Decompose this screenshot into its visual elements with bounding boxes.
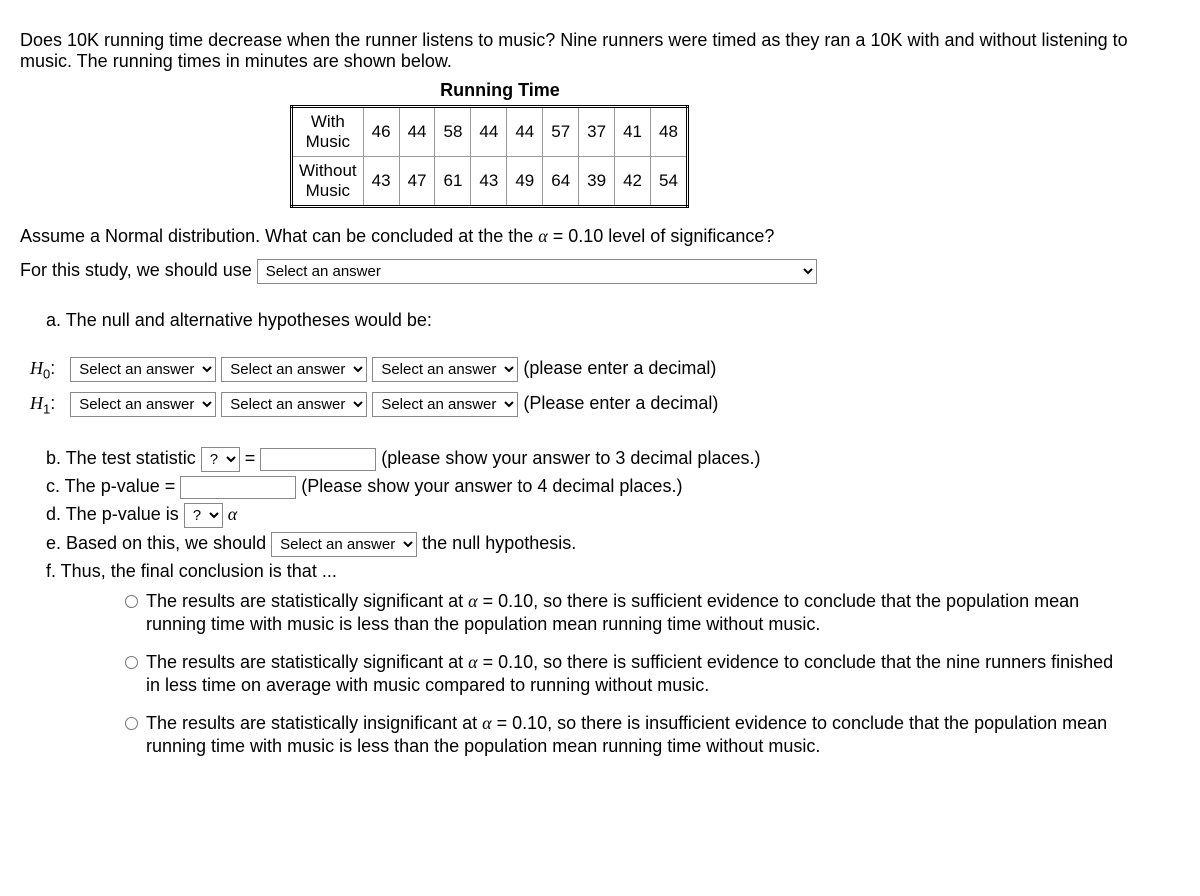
h0-row: H0: Select an answer Select an answer Se… xyxy=(20,357,1180,382)
part-e-pre: e. Based on this, we should xyxy=(46,533,271,553)
intro-text: Does 10K running time decrease when the … xyxy=(20,30,1180,72)
part-e-post: the null hypothesis. xyxy=(422,533,576,553)
assume-pre: Assume a Normal distribution. What can b… xyxy=(20,226,538,246)
part-c-tail: (Please show your answer to 4 decimal pl… xyxy=(301,476,682,496)
part-f-label: f. Thus, the final conclusion is that ..… xyxy=(46,561,1180,582)
data-cell: 42 xyxy=(615,157,651,207)
part-b-pre: b. The test statistic xyxy=(46,448,201,468)
h1-row: H1: Select an answer Select an answer Se… xyxy=(20,392,1180,417)
h0-tail: (please enter a decimal) xyxy=(523,358,716,378)
data-cell: 44 xyxy=(471,107,507,157)
h0-letter: H xyxy=(30,358,43,378)
conclusion-radio[interactable] xyxy=(125,717,138,730)
part-e-row: e. Based on this, we should Select an an… xyxy=(46,532,1180,557)
data-cell: 46 xyxy=(363,107,399,157)
part-b-row: b. The test statistic ? = (please show y… xyxy=(46,447,1180,472)
data-cell: 54 xyxy=(651,157,688,207)
h1-select-3[interactable]: Select an answer xyxy=(372,392,518,417)
data-cell: 58 xyxy=(435,107,471,157)
data-cell: 64 xyxy=(543,157,579,207)
h0-select-2[interactable]: Select an answer xyxy=(221,357,367,382)
conclusion-radio[interactable] xyxy=(125,595,138,608)
data-cell: 49 xyxy=(507,157,543,207)
conclusion-option: The results are statistically significan… xyxy=(120,651,1120,698)
part-a-label: a. The null and alternative hypotheses w… xyxy=(46,310,1180,331)
study-line: For this study, we should use Select an … xyxy=(20,259,1180,284)
decision-select[interactable]: Select an answer xyxy=(271,532,417,557)
data-cell: 44 xyxy=(399,107,435,157)
conclusion-text: The results are statistically insignific… xyxy=(146,712,1120,759)
h0-select-1[interactable]: Select an answer xyxy=(70,357,216,382)
study-type-select[interactable]: Select an answer xyxy=(257,259,817,284)
data-cell: 43 xyxy=(471,157,507,207)
conclusion-option: The results are statistically insignific… xyxy=(120,712,1120,759)
h1-select-1[interactable]: Select an answer xyxy=(70,392,216,417)
h1-tail: (Please enter a decimal) xyxy=(523,393,718,413)
conclusion-text: The results are statistically significan… xyxy=(146,590,1120,637)
p-value-compare-select[interactable]: ? xyxy=(184,503,223,528)
alpha-symbol: α xyxy=(538,226,547,246)
data-cell: 43 xyxy=(363,157,399,207)
table-title: Running Time xyxy=(270,80,730,101)
part-d-row: d. The p-value is ? α xyxy=(46,503,1180,528)
h1-colon: : xyxy=(50,393,55,413)
part-b-tail: (please show your answer to 3 decimal pl… xyxy=(381,448,760,468)
h1-select-2[interactable]: Select an answer xyxy=(221,392,367,417)
assume-post: = 0.10 level of significance? xyxy=(548,226,775,246)
data-cell: 61 xyxy=(435,157,471,207)
data-cell: 47 xyxy=(399,157,435,207)
h0-colon: : xyxy=(50,358,55,378)
row-header: WithoutMusic xyxy=(292,157,364,207)
part-c-pre: c. The p-value = xyxy=(46,476,180,496)
data-cell: 41 xyxy=(615,107,651,157)
data-cell: 57 xyxy=(543,107,579,157)
equals-sign: = xyxy=(245,448,261,468)
data-cell: 37 xyxy=(579,107,615,157)
assume-line: Assume a Normal distribution. What can b… xyxy=(20,226,1180,247)
data-cell: 48 xyxy=(651,107,688,157)
p-value-input[interactable] xyxy=(180,476,296,499)
conclusion-text: The results are statistically significan… xyxy=(146,651,1120,698)
table-row: WithMusic464458444457374148 xyxy=(292,107,688,157)
data-cell: 39 xyxy=(579,157,615,207)
test-statistic-input[interactable] xyxy=(260,448,376,471)
h1-letter: H xyxy=(30,393,43,413)
running-time-table: WithMusic464458444457374148WithoutMusic4… xyxy=(290,105,689,208)
test-statistic-select[interactable]: ? xyxy=(201,447,240,472)
part-d-pre: d. The p-value is xyxy=(46,504,184,524)
part-c-row: c. The p-value = (Please show your answe… xyxy=(46,476,1180,499)
data-cell: 44 xyxy=(507,107,543,157)
table-row: WithoutMusic434761434964394254 xyxy=(292,157,688,207)
row-header: WithMusic xyxy=(292,107,364,157)
study-text: For this study, we should use xyxy=(20,260,257,280)
conclusion-option: The results are statistically significan… xyxy=(120,590,1120,637)
alpha-symbol-d: α xyxy=(228,504,237,524)
conclusion-radio[interactable] xyxy=(125,656,138,669)
h0-select-3[interactable]: Select an answer xyxy=(372,357,518,382)
